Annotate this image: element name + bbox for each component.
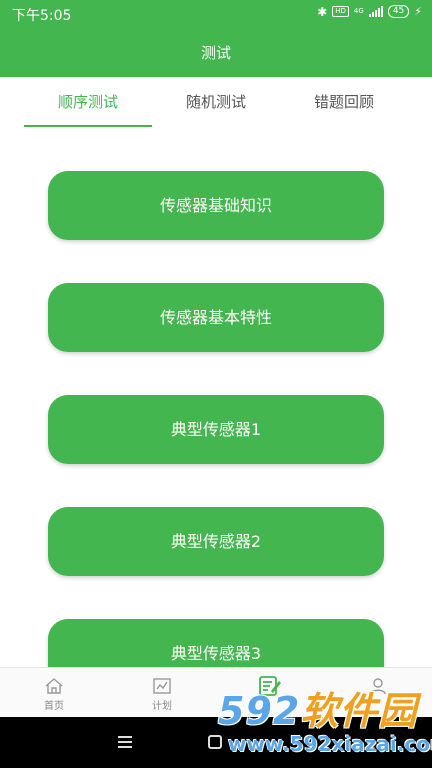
status-time: 下午5:05 — [12, 8, 72, 24]
watermark-url: www.592xiazai.com — [228, 732, 432, 756]
plan-icon — [153, 678, 171, 694]
nav-label-plan: 计划 — [152, 701, 172, 712]
tab-wrong-answer-review[interactable]: 错题回顾 — [272, 77, 416, 129]
active-tab-indicator — [24, 125, 152, 127]
test-mode-tabs: 顺序测试 随机测试 错题回顾 — [0, 77, 432, 129]
chapter-button-sensor-basics[interactable]: 传感器基础知识 — [48, 171, 384, 240]
watermark-logo: 592软件园 www.592xiazai.com — [218, 680, 432, 768]
watermark-brand: 592软件园 — [218, 680, 417, 735]
menu-icon[interactable] — [118, 736, 132, 748]
chapter-button-typical-sensor-1[interactable]: 典型传感器1 — [48, 395, 384, 464]
nav-item-home[interactable]: 首页 — [0, 668, 108, 718]
chapter-button-typical-sensor-3[interactable]: 典型传感器3 — [48, 619, 384, 667]
signal-icon — [368, 6, 383, 17]
page-title: 测试 — [200, 44, 231, 62]
status-icons: ✱ HD 4G 45 ⚡ — [317, 5, 422, 18]
chapter-button-sensor-characteristics[interactable]: 传感器基本特性 — [48, 283, 384, 352]
battery-level: 45 — [387, 5, 410, 18]
status-bar: 下午5:05 ✱ HD 4G 45 ⚡ — [0, 0, 432, 26]
chapter-button-typical-sensor-2[interactable]: 典型传感器2 — [48, 507, 384, 576]
charging-icon: ⚡ — [414, 5, 422, 18]
hd-badge: HD — [332, 6, 349, 17]
nav-label-home: 首页 — [44, 701, 64, 712]
tab-random-test[interactable]: 随机测试 — [144, 77, 288, 129]
watermark-text: 软件园 — [300, 689, 418, 733]
chapter-list[interactable]: 传感器基础知识 传感器基本特性 典型传感器1 典型传感器2 典型传感器3 — [0, 129, 432, 667]
network-label: 4G — [353, 7, 364, 15]
tab-sequential-test[interactable]: 顺序测试 — [16, 77, 160, 129]
app-header: 下午5:05 ✱ HD 4G 45 ⚡ 测试 — [0, 0, 432, 77]
home-icon — [45, 678, 63, 694]
bluetooth-icon: ✱ — [317, 4, 328, 19]
watermark-digits: 592 — [218, 689, 301, 733]
nav-item-plan[interactable]: 计划 — [108, 668, 216, 718]
